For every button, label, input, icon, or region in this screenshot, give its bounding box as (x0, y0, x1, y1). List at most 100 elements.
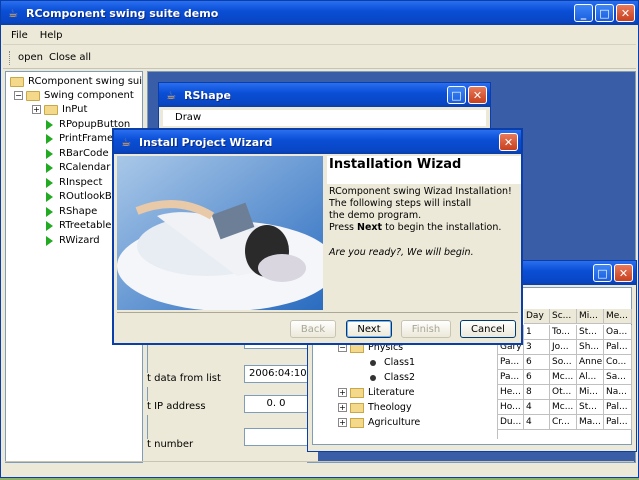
treetable-row[interactable]: Pa... 6 So... Anne Co... (498, 355, 632, 370)
treetable-cell[interactable]: Mc... (550, 400, 577, 415)
treetable-cell[interactable]: 3 (524, 340, 550, 355)
rshape-window: ☕ RShape □ ✕ Draw (158, 82, 491, 132)
maximize-icon: □ (451, 88, 462, 102)
menu-file[interactable]: File (11, 30, 28, 41)
treetable-maximize-button[interactable]: □ (593, 264, 612, 282)
treetable-cell[interactable]: Jo... (550, 340, 577, 355)
menu-help[interactable]: Help (40, 30, 63, 41)
treetable-cell[interactable]: Cr... (550, 415, 577, 430)
rshape-close-button[interactable]: ✕ (468, 86, 487, 104)
java-cup-icon: ☕ (8, 6, 18, 20)
wizard-title-bar[interactable]: ☕ Install Project Wizard ✕ (114, 130, 521, 154)
close-all-button[interactable]: Close all (49, 52, 91, 63)
close-button[interactable]: ✕ (616, 4, 635, 22)
tree-item-rwizard[interactable]: RWizard (46, 233, 100, 248)
treetable-row-label[interactable]: + Theology (338, 400, 412, 415)
treetable-row-label[interactable]: Class1 (370, 355, 415, 370)
treetable-cell[interactable]: To... (550, 325, 577, 340)
treetable-cell[interactable]: Ho... (498, 400, 524, 415)
tree-item-rtreetable[interactable]: RTreetable (46, 218, 111, 233)
treetable-cell[interactable]: Anne (577, 355, 604, 370)
treetable-row[interactable]: Du... 4 Cr... Ma... Pal... (498, 415, 632, 430)
treetable-cell[interactable]: Pal... (604, 340, 632, 355)
wizard-close-button[interactable]: ✕ (499, 133, 518, 151)
folder-open-icon (10, 76, 24, 87)
treetable-row-label[interactable]: Class2 (370, 370, 415, 385)
treetable-cell[interactable]: Ot... (550, 385, 577, 400)
treetable-cell[interactable]: Co... (604, 355, 632, 370)
minimize-button[interactable]: _ (574, 4, 593, 22)
tree-folder-label: InPut (62, 104, 88, 115)
treetable-cell[interactable]: Pal... (604, 415, 632, 430)
treetable-cell[interactable]: Na... (604, 385, 632, 400)
header-mi[interactable]: Mi... (577, 309, 604, 324)
treetable-cell[interactable]: Pa... (498, 370, 524, 385)
tree-root[interactable]: RComponent swing suite (10, 74, 143, 89)
wizard-heading: Installation Wizad (327, 156, 521, 184)
treetable-cell[interactable]: Du... (498, 415, 524, 430)
treetable-row[interactable]: He... 8 Ot... Mi... Na... (498, 385, 632, 400)
tree-item-routlookbar[interactable]: ROutlookBar (46, 189, 122, 204)
tree-item-rcalendar[interactable]: RCalendar (46, 160, 110, 175)
treetable-cell[interactable]: 4 (524, 400, 550, 415)
treetable-cell[interactable]: 6 (524, 370, 550, 385)
open-button[interactable]: open (18, 52, 43, 63)
expand-icon[interactable]: + (338, 418, 347, 427)
treetable-cell[interactable]: St... (577, 400, 604, 415)
tree-group-swing[interactable]: − Swing component (14, 88, 134, 103)
tree-root-label: RComponent swing suite (28, 76, 143, 87)
treetable-cell[interactable]: 8 (524, 385, 550, 400)
tree-folder-input[interactable]: + InPut (32, 102, 87, 117)
finish-button[interactable]: Finish (401, 320, 451, 338)
tree-item-rinspect[interactable]: RInspect (46, 175, 102, 190)
treetable-cell[interactable]: Pa... (498, 355, 524, 370)
treetable-cell[interactable]: Ma... (577, 415, 604, 430)
treetable-row[interactable]: Pa... 6 Mc... Al... Sa... (498, 370, 632, 385)
expand-icon[interactable]: + (338, 403, 347, 412)
header-sc[interactable]: Sc... (550, 309, 577, 324)
treetable-cell[interactable]: He... (498, 385, 524, 400)
treetable-row-label[interactable]: + Literature (338, 385, 415, 400)
expand-icon[interactable]: + (32, 105, 41, 114)
treetable-cell[interactable]: Sh... (577, 340, 604, 355)
status-bar (5, 461, 634, 473)
treetable-cell[interactable]: Mc... (550, 370, 577, 385)
treetable-cell[interactable]: Mi... (577, 385, 604, 400)
treetable-cell[interactable]: St... (577, 325, 604, 340)
rshape-title-bar[interactable]: ☕ RShape □ ✕ (159, 83, 490, 107)
treetable-close-button[interactable]: ✕ (614, 264, 633, 282)
expand-icon[interactable]: + (338, 388, 347, 397)
maximize-button[interactable]: □ (595, 4, 614, 22)
tree-item-rshape[interactable]: RShape (46, 204, 97, 219)
next-button[interactable]: Next (346, 320, 392, 338)
rshape-menu-draw[interactable]: Draw (175, 112, 201, 123)
treetable-cell[interactable]: 6 (524, 355, 550, 370)
treetable-cell[interactable]: So... (550, 355, 577, 370)
treetable-cell[interactable]: 1 (524, 325, 550, 340)
treetable-row-text: Literature (368, 387, 415, 398)
ip-address-field[interactable]: 0. 0 (244, 395, 308, 413)
header-me[interactable]: Me... (604, 309, 632, 324)
treetable-cell[interactable]: Pal... (604, 400, 632, 415)
main-title-bar[interactable]: ☕ RComponent swing suite demo _ □ ✕ (1, 1, 638, 25)
treetable-cell[interactable]: Oa... (604, 325, 632, 340)
treetable-cell[interactable]: Al... (577, 370, 604, 385)
rshape-maximize-button[interactable]: □ (447, 86, 466, 104)
treetable-cell[interactable]: 4 (524, 415, 550, 430)
date-list-field[interactable]: 2006:04:10 (244, 365, 308, 383)
tree-item-printframe[interactable]: PrintFrame (46, 131, 113, 146)
wizard-line-4: Press Next to begin the installation. (329, 222, 521, 234)
back-button[interactable]: Back (290, 320, 336, 338)
toolbar-grip[interactable] (9, 50, 12, 65)
tree-item-label: RCalendar (59, 162, 111, 173)
tree-item-rbarcode[interactable]: RBarCode (46, 146, 109, 161)
cancel-button[interactable]: Cancel (460, 320, 516, 338)
collapse-icon[interactable]: − (14, 91, 23, 100)
treetable-row[interactable]: Ho... 4 Mc... St... Pal... (498, 400, 632, 415)
play-arrow-icon (46, 191, 53, 202)
treetable-cell[interactable]: Sa... (604, 370, 632, 385)
treetable-row-label[interactable]: + Agriculture (338, 415, 420, 430)
folder-open-icon (26, 90, 40, 101)
number-field[interactable] (244, 428, 308, 446)
header-day[interactable]: Day (524, 309, 550, 324)
